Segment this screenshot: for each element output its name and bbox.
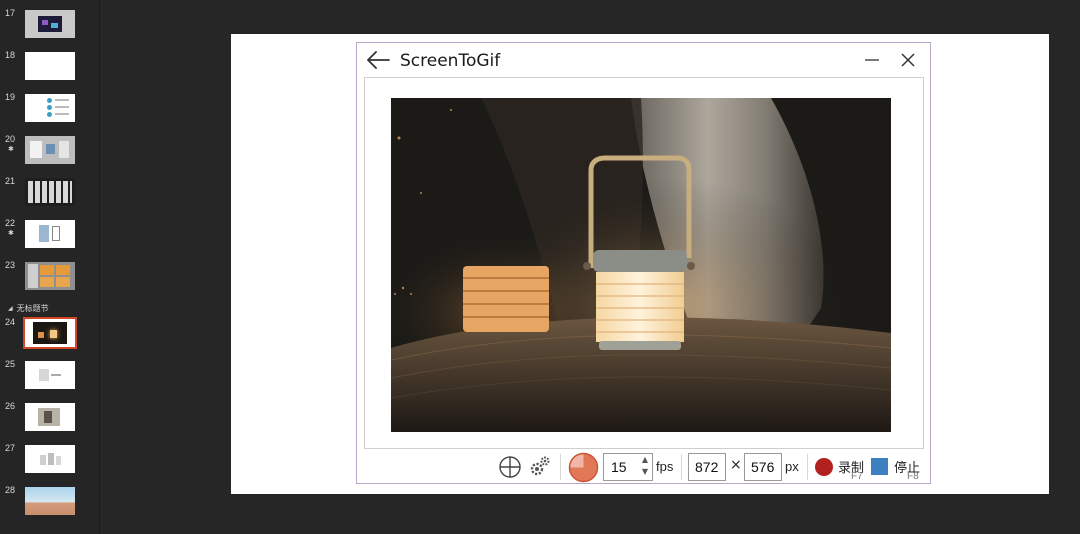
lantern-lamp-photo: [391, 98, 891, 432]
record-button[interactable]: 录制 F7: [813, 453, 867, 483]
minimize-icon[interactable]: [862, 50, 882, 70]
toolbar-separator: [807, 454, 808, 480]
slide-number: 26: [5, 401, 16, 411]
close-icon[interactable]: [898, 50, 918, 70]
slide-preview-image: [25, 403, 75, 431]
slide-thumbnail-pane: 17 18 19 20 ✱ 21 22 ✱ 23 ◢ 无标题节 24 25 26…: [0, 0, 100, 534]
slide-preview-image: [25, 52, 75, 80]
slide-thumbnail-28[interactable]: 28: [0, 485, 100, 523]
slide-number: 27: [5, 443, 16, 453]
stop-shortcut: F8: [907, 471, 919, 482]
slide-thumbnail-20[interactable]: 20 ✱: [0, 134, 100, 172]
slide-preview-image: [25, 136, 75, 164]
height-input[interactable]: 576: [744, 453, 782, 481]
slide-number: 19: [5, 92, 16, 102]
slide-thumbnail-18[interactable]: 18: [0, 50, 100, 88]
slide-number: 18: [5, 50, 16, 60]
slide-thumbnail-23[interactable]: 23: [0, 260, 100, 298]
stop-square-icon: [871, 458, 888, 475]
stop-button[interactable]: 停止 F8: [869, 453, 923, 483]
capture-region[interactable]: [364, 77, 924, 449]
foreground-lantern: [593, 250, 687, 350]
slide-thumbnail-19[interactable]: 19: [0, 92, 100, 130]
slide-number: 28: [5, 485, 16, 495]
record-shortcut: F7: [851, 471, 863, 482]
title-bar[interactable]: ScreenToGif: [357, 43, 930, 77]
times-sign: ×: [730, 457, 742, 473]
slide-preview-image: [25, 487, 75, 515]
arrow-left-icon[interactable]: [365, 49, 391, 71]
slide-preview-image: [25, 262, 75, 290]
animation-star-icon: ✱: [8, 229, 14, 237]
slide-preview-image: [25, 178, 75, 206]
recorder-toolbar: 15 ▲ ▼ fps 872 × 576 px 录制 F7 停止 F8: [357, 451, 930, 484]
slide-preview-image: [25, 10, 75, 38]
slide-thumbnail-17[interactable]: 17: [0, 8, 100, 46]
height-value: 576: [751, 459, 775, 475]
section-header[interactable]: ◢ 无标题节: [8, 303, 49, 314]
gear-icon[interactable]: [528, 454, 552, 478]
slide-thumbnail-26[interactable]: 26: [0, 401, 100, 439]
px-label: px: [785, 459, 799, 474]
window-title: ScreenToGif: [400, 51, 501, 71]
fps-value: 15: [611, 459, 627, 475]
crosshair-icon[interactable]: [498, 455, 522, 479]
toolbar-separator: [681, 454, 682, 480]
slide-thumbnail-27[interactable]: 27: [0, 443, 100, 481]
width-input[interactable]: 872: [688, 453, 726, 481]
slide-preview-image: [25, 445, 75, 473]
slide-number: 20: [5, 134, 16, 144]
slide-thumbnail-21[interactable]: 21: [0, 176, 100, 214]
slide-thumbnail-25[interactable]: 25: [0, 359, 100, 397]
background-lantern: [463, 266, 549, 332]
fps-label: fps: [656, 459, 674, 474]
width-value: 872: [695, 459, 719, 475]
slide-thumbnail-24[interactable]: 24: [0, 317, 100, 355]
slide-number: 21: [5, 176, 16, 186]
slide-number: 23: [5, 260, 16, 270]
record-mode-icon[interactable]: [568, 452, 599, 483]
slide-preview-image: [25, 361, 75, 389]
slide-preview-image: [23, 317, 77, 349]
animation-star-icon: ✱: [8, 145, 14, 153]
section-title: 无标题节: [16, 304, 49, 313]
spin-up-icon[interactable]: ▲: [642, 455, 648, 464]
slide-number: 17: [5, 8, 16, 18]
spin-down-icon[interactable]: ▼: [642, 467, 648, 476]
slide-number: 22: [5, 218, 16, 228]
photo-scene: [391, 98, 891, 432]
slide-preview-image: [25, 94, 75, 122]
screentogif-window: ScreenToGif 15 ▲ ▼ fps 872 × 576 px 录制 F…: [356, 42, 931, 484]
slide-preview-image: [25, 220, 75, 248]
slide-thumbnail-22[interactable]: 22 ✱: [0, 218, 100, 256]
slide-number: 25: [5, 359, 16, 369]
fps-input[interactable]: 15 ▲ ▼: [603, 453, 653, 481]
collapse-arrow-icon: ◢: [8, 305, 13, 312]
slide-number: 24: [5, 317, 16, 327]
toolbar-separator: [560, 454, 561, 480]
record-dot-icon: [815, 458, 833, 476]
